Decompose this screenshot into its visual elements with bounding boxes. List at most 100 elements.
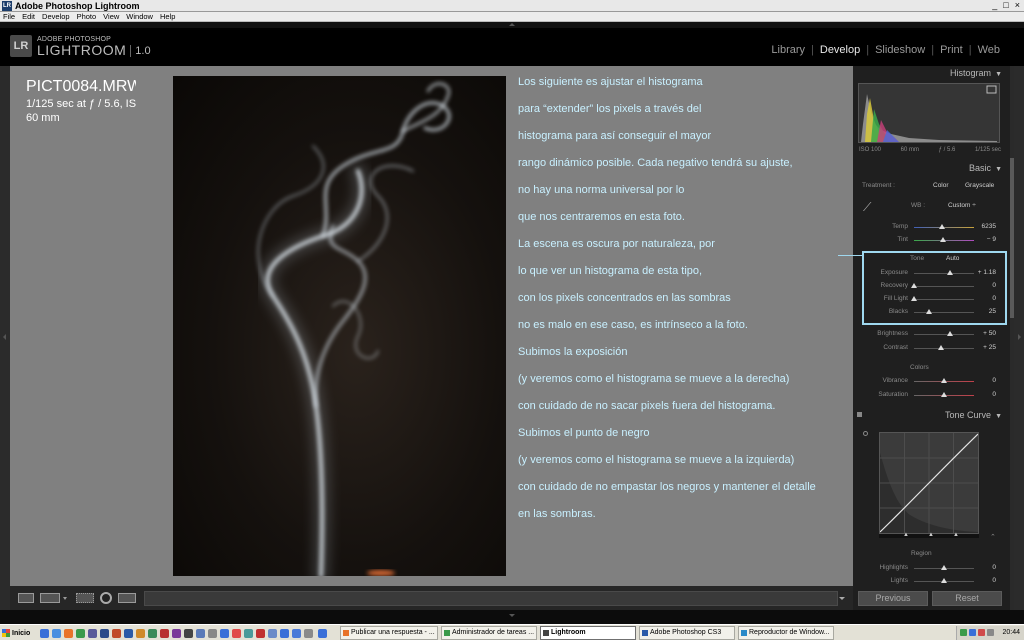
before-after-dropdown-icon[interactable] (63, 597, 67, 600)
panel-scrollbar[interactable] (1010, 66, 1014, 610)
window-title: Adobe Photoshop Lightroom (15, 0, 140, 11)
module-web[interactable]: Web (978, 44, 1000, 56)
menu-edit[interactable]: Edit (22, 12, 35, 21)
task-firefox[interactable]: Publicar una respuesta - ... (340, 626, 438, 640)
treatment-grayscale-button[interactable]: Grayscale (965, 182, 994, 189)
task-media-player[interactable]: Reproductor de Window... (738, 626, 834, 640)
target-adjust-icon[interactable] (863, 431, 868, 436)
toolbar-menu-icon[interactable] (839, 597, 845, 600)
menu-photo[interactable]: Photo (77, 12, 97, 21)
expand-chevron-icon[interactable]: ⌃ (990, 533, 996, 541)
tint-slider-thumb[interactable] (939, 237, 946, 242)
menu-develop[interactable]: Develop (42, 12, 70, 21)
quicklaunch-app-icon[interactable] (76, 629, 85, 638)
quicklaunch-app-icon[interactable] (100, 629, 109, 638)
highlights-slider-row: Highlights 0 (879, 564, 996, 571)
contrast-track[interactable] (914, 348, 974, 349)
highlights-slider-thumb[interactable] (941, 565, 947, 570)
quicklaunch-app-icon[interactable] (280, 629, 289, 638)
task-task-manager[interactable]: Administrador de tareas ... (441, 626, 537, 640)
brightness-slider-thumb[interactable] (947, 331, 953, 336)
vibrance-slider-thumb[interactable] (941, 378, 947, 383)
quicklaunch-dreamweaver-icon[interactable] (148, 629, 157, 638)
menu-view[interactable]: View (103, 12, 119, 21)
crop-tool-icon[interactable] (76, 593, 94, 603)
module-develop[interactable]: Develop (820, 44, 860, 56)
panel-switch-icon[interactable] (857, 412, 862, 417)
scrollbar-thumb[interactable] (1010, 158, 1014, 318)
quicklaunch-app-icon[interactable] (208, 629, 217, 638)
histogram-title: Histogram (950, 68, 992, 78)
tray-volume-icon[interactable] (987, 629, 994, 636)
filmstrip-toggle[interactable] (0, 610, 1024, 624)
quicklaunch-lightroom-icon[interactable] (184, 629, 193, 638)
tone-curve-header[interactable]: Tone Curve ▼ (853, 410, 1008, 424)
quicklaunch-app-icon[interactable] (292, 629, 301, 638)
quicklaunch-firefox-icon[interactable] (64, 629, 73, 638)
basic-title: Basic (969, 163, 992, 173)
right-panel-toggle[interactable] (1014, 66, 1024, 610)
quicklaunch-app-icon[interactable] (112, 629, 121, 638)
basic-header[interactable]: Basic ▼ (853, 163, 1008, 177)
quicklaunch-illustrator-icon[interactable] (136, 629, 145, 638)
loupe-view-icon[interactable] (18, 593, 34, 603)
previous-button[interactable]: Previous (858, 591, 928, 606)
saturation-slider-thumb[interactable] (941, 392, 947, 397)
red-eye-icon[interactable] (118, 593, 136, 603)
task-photoshop[interactable]: Adobe Photoshop CS3 (639, 626, 735, 640)
menu-file[interactable]: File (3, 12, 15, 21)
quicklaunch-photoshop-icon[interactable] (124, 629, 133, 638)
quicklaunch-app-icon[interactable] (172, 629, 181, 638)
quicklaunch-app-icon[interactable] (88, 629, 97, 638)
left-panel-toggle[interactable] (0, 66, 10, 610)
reset-button[interactable]: Reset (932, 591, 1002, 606)
contrast-slider-thumb[interactable] (938, 345, 944, 350)
quicklaunch-app-icon[interactable] (196, 629, 205, 638)
module-slideshow[interactable]: Slideshow (875, 44, 925, 56)
collapse-up-icon (509, 23, 515, 26)
tone-curve-graph[interactable] (879, 432, 979, 534)
tray-app-icon[interactable] (969, 629, 976, 636)
tray-security-icon[interactable] (978, 629, 985, 636)
temp-slider-thumb[interactable] (938, 224, 945, 229)
quicklaunch-app-icon[interactable] (304, 629, 313, 638)
photo-preview[interactable] (173, 76, 506, 576)
menu-help[interactable]: Help (160, 12, 175, 21)
quicklaunch-filezilla-icon[interactable] (256, 629, 265, 638)
brightness-track[interactable] (914, 334, 974, 335)
tray-network-icon[interactable] (960, 629, 967, 636)
histogram-header[interactable]: Histogram ▼ (853, 68, 1008, 82)
quicklaunch-ie-icon[interactable] (40, 629, 49, 638)
clock[interactable]: 20:44 (1002, 629, 1020, 636)
spot-removal-icon[interactable] (100, 592, 112, 604)
firefox-icon (343, 630, 349, 636)
treatment-label: Treatment : (862, 182, 895, 189)
minimize-button[interactable]: _ (992, 0, 997, 10)
eyedropper-icon[interactable]: ⟋ (863, 200, 877, 216)
task-lightroom[interactable]: Lightroom (540, 626, 636, 640)
quicklaunch-flash-icon[interactable] (160, 629, 169, 638)
quicklaunch-app-icon[interactable] (232, 629, 241, 638)
quicklaunch-app-icon[interactable] (244, 629, 253, 638)
wb-dropdown[interactable]: Custom ÷ (948, 202, 976, 209)
before-after-icon[interactable] (40, 593, 60, 603)
split-point-icon[interactable]: ▲ (953, 532, 959, 538)
split-point-icon[interactable]: ▲ (928, 532, 934, 538)
quicklaunch-app-icon[interactable] (318, 629, 327, 638)
quicklaunch-outlook-icon[interactable] (52, 629, 61, 638)
colors-label: Colors (910, 364, 929, 371)
quicklaunch-app-icon[interactable] (268, 629, 277, 638)
module-print[interactable]: Print (940, 44, 963, 56)
split-point-icon[interactable]: ▲ (903, 532, 909, 538)
lights-slider-thumb[interactable] (941, 578, 947, 583)
module-library[interactable]: Library (771, 44, 805, 56)
smoke-image (257, 82, 451, 576)
quicklaunch-app-icon[interactable] (220, 629, 229, 638)
menu-window[interactable]: Window (126, 12, 153, 21)
annotation-line: lo que ver un histograma de esta tipo, (518, 265, 703, 277)
start-button[interactable]: Inicio (2, 627, 30, 639)
lights-slider-row: Lights 0 (890, 577, 996, 584)
treatment-color-button[interactable]: Color (933, 182, 949, 189)
close-button[interactable]: × (1015, 0, 1020, 10)
maximize-button[interactable]: □ (1003, 0, 1008, 10)
